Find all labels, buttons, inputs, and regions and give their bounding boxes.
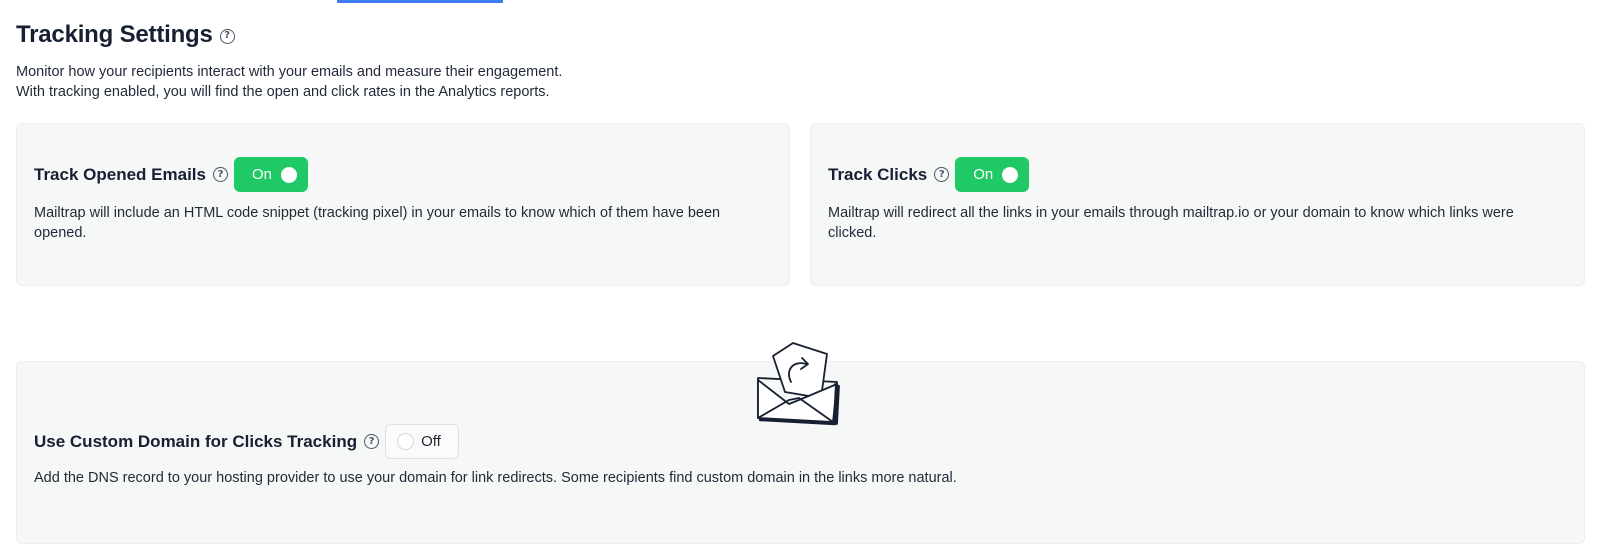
help-icon[interactable]: ?	[219, 28, 235, 44]
help-icon[interactable]: ?	[934, 167, 950, 182]
toggle-knob	[397, 433, 415, 450]
track-opened-card: Track Opened Emails ? On Mailtrap will i…	[16, 123, 790, 286]
custom-domain-toggle[interactable]: Off	[385, 424, 460, 459]
envelope-redirect-illustration	[757, 342, 840, 426]
toggle-knob	[1002, 167, 1019, 183]
track-opened-toggle[interactable]: On	[233, 157, 308, 192]
help-icon[interactable]: ?	[212, 167, 228, 182]
toggle-label: On	[973, 166, 994, 183]
track-opened-title: Track Opened Emails	[34, 164, 206, 184]
track-clicks-description: Mailtrap will redirect all the links in …	[828, 205, 1514, 241]
toggle-label: On	[251, 166, 272, 183]
toggle-knob	[280, 167, 297, 183]
active-tab-indicator	[337, 0, 503, 3]
page-title: Tracking Settings	[16, 21, 213, 48]
track-clicks-title: Track Clicks	[828, 164, 928, 184]
description-line-2: With tracking enabled, you will find the…	[16, 84, 550, 100]
description-line-1: Monitor how your recipients interact wit…	[16, 64, 563, 80]
track-clicks-toggle[interactable]: On	[955, 157, 1030, 192]
page-header: Tracking Settings ? Monitor how your rec…	[16, 21, 562, 102]
page-description: Monitor how your recipients interact wit…	[16, 62, 562, 102]
track-opened-description: Mailtrap will include an HTML code snipp…	[34, 205, 721, 241]
help-icon[interactable]: ?	[364, 434, 380, 449]
toggle-label: Off	[421, 433, 441, 450]
track-clicks-card: Track Clicks ? On Mailtrap will redirect…	[810, 123, 1585, 286]
custom-domain-description: Add the DNS record to your hosting provi…	[34, 470, 957, 486]
custom-domain-title: Use Custom Domain for Clicks Tracking	[34, 431, 358, 451]
